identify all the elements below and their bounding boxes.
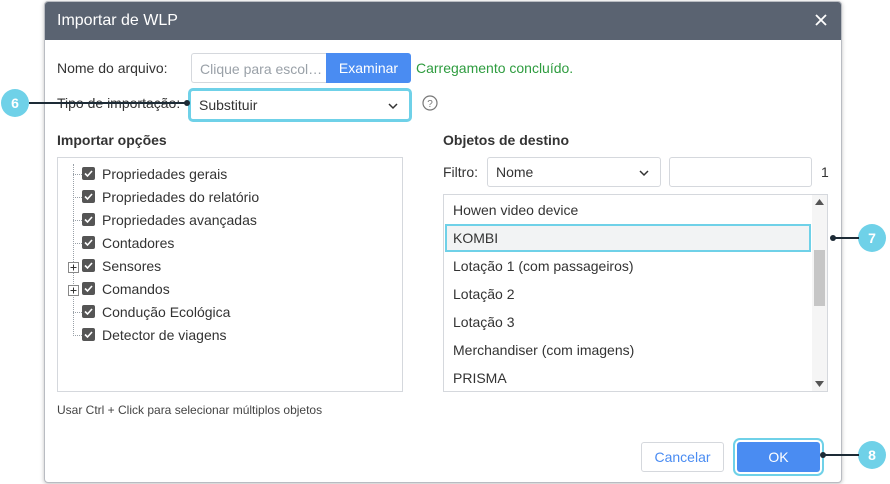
- import-type-select[interactable]: Substituir: [190, 90, 410, 120]
- targets-scrollbar[interactable]: [812, 195, 827, 391]
- callout-8-dot: [820, 452, 826, 458]
- checkbox[interactable]: [82, 167, 95, 180]
- close-icon[interactable]: [811, 10, 831, 30]
- import-options-tree: Propriedades gerais Propriedades do relat…: [57, 157, 403, 392]
- import-type-value: Substituir: [199, 97, 258, 113]
- cancel-button[interactable]: Cancelar: [641, 442, 724, 472]
- dialog-titlebar: Importar de WLP: [45, 2, 841, 40]
- callout-8: 8: [858, 441, 886, 469]
- filter-text-input[interactable]: [669, 157, 812, 187]
- checkbox[interactable]: [82, 259, 95, 272]
- filter-value: Nome: [496, 164, 534, 180]
- callout-7: 7: [858, 224, 886, 252]
- ok-button[interactable]: OK: [737, 442, 820, 472]
- callout-6: 6: [1, 89, 29, 117]
- filter-count: 1: [821, 164, 829, 180]
- target-list-item[interactable]: Howen video device: [445, 196, 811, 224]
- target-list-item[interactable]: Lotação 3: [445, 308, 811, 336]
- target-list-item[interactable]: KOMBI: [445, 224, 811, 252]
- filter-label: Filtro:: [443, 164, 478, 180]
- target-list-item[interactable]: Lotação 2: [445, 280, 811, 308]
- import-option-label: Propriedades do relatório: [102, 189, 260, 205]
- targets-list: Howen video device KOMBI Lotação 1 (com pa…: [443, 194, 828, 392]
- dialog-title: Importar de WLP: [57, 12, 178, 29]
- target-list-item[interactable]: Lotação 1 (com passageiros): [445, 252, 811, 280]
- checkbox[interactable]: [82, 190, 95, 203]
- target-list-item[interactable]: PRISMA: [445, 364, 811, 391]
- file-label: Nome do arquivo:: [57, 60, 168, 76]
- callout-7-line: [833, 237, 859, 239]
- selection-hint: Usar Ctrl + Click para selecionar múltip…: [57, 403, 323, 417]
- upload-status: Carregamento concluído.: [416, 60, 574, 76]
- checkbox[interactable]: [82, 213, 95, 226]
- import-option-label: Condução Ecológica: [102, 304, 231, 320]
- checkbox[interactable]: [82, 236, 95, 249]
- svg-text:?: ?: [427, 99, 433, 110]
- checkbox[interactable]: [82, 282, 95, 295]
- import-option-label: Contadores: [102, 235, 175, 251]
- help-icon[interactable]: ?: [422, 95, 438, 111]
- callout-6-line: [29, 102, 187, 104]
- browse-button[interactable]: Examinar: [326, 53, 411, 83]
- scroll-thumb[interactable]: [814, 250, 825, 306]
- expand-icon[interactable]: [68, 260, 79, 273]
- scroll-down-icon[interactable]: [815, 381, 824, 387]
- import-options-title: Importar opções: [57, 132, 167, 148]
- import-option-label: Sensores: [102, 258, 162, 274]
- file-input[interactable]: Clique para escol…: [191, 53, 327, 83]
- checkbox[interactable]: [82, 305, 95, 318]
- chevron-down-icon: [387, 99, 399, 111]
- scroll-up-icon[interactable]: [815, 199, 824, 205]
- callout-8-line: [822, 454, 859, 456]
- checkbox[interactable]: [82, 328, 95, 341]
- import-option-label: Propriedades avançadas: [102, 212, 257, 228]
- target-list-item[interactable]: Merchandiser (com imagens): [445, 336, 811, 364]
- callout-6-dot: [184, 100, 190, 106]
- chevron-down-icon: [638, 166, 650, 178]
- import-option-label: Propriedades gerais: [102, 166, 228, 182]
- import-option-label: Comandos: [102, 281, 170, 297]
- callout-7-dot: [830, 235, 836, 241]
- targets-title: Objetos de destino: [443, 132, 570, 148]
- expand-icon[interactable]: [68, 283, 79, 296]
- import-option-label: Detector de viagens: [102, 327, 227, 343]
- filter-select[interactable]: Nome: [487, 157, 661, 187]
- import-dialog: Importar de WLP Nome do arquivo: Clique …: [44, 1, 842, 483]
